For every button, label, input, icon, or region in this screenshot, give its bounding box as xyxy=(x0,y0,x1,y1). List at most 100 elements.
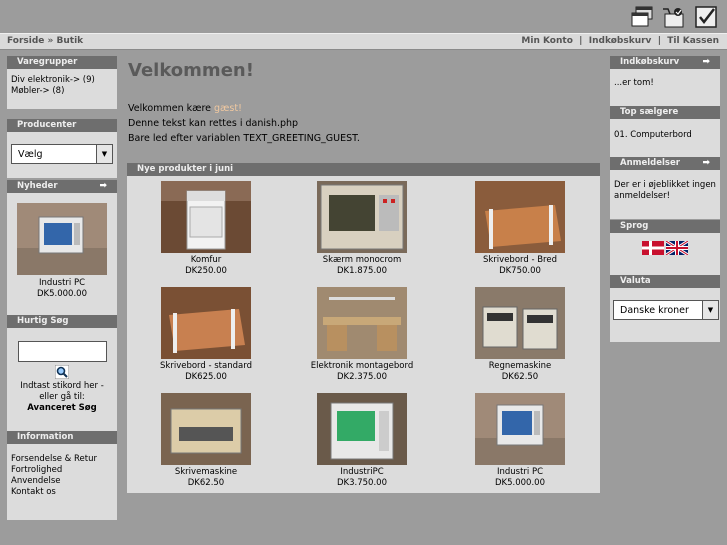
product-image[interactable] xyxy=(161,287,251,359)
link-separator: | xyxy=(657,36,661,46)
manufacturer-select[interactable]: Vælg ▼ xyxy=(11,144,113,164)
product-image[interactable] xyxy=(317,287,407,359)
product-image[interactable] xyxy=(475,393,565,465)
category-link-electronics[interactable]: Div elektronik-> (9) xyxy=(11,75,113,86)
product-card[interactable]: Regnemaskine DK62.50 xyxy=(460,287,580,382)
quicksearch-box: Hurtig Søg Indtast stikord her - eller g… xyxy=(7,315,117,439)
product-price: DK3.750.00 xyxy=(337,478,387,488)
breadcrumb-separator: » xyxy=(47,36,54,46)
bestseller-item[interactable]: 01. Computerbord xyxy=(614,130,716,141)
product-image[interactable] xyxy=(317,393,407,465)
languages-box: Sprog xyxy=(610,220,720,277)
product-card[interactable]: Skærm monocrom DK1.875.00 xyxy=(302,181,422,276)
product-card[interactable]: Komfur DK250.00 xyxy=(146,181,266,276)
greeting-prefix: Velkommen kære xyxy=(128,103,211,114)
product-name[interactable]: Skærm monocrom xyxy=(302,255,422,265)
product-card[interactable]: Elektronik montagebord DK2.375.00 xyxy=(302,287,422,382)
news-product-image[interactable] xyxy=(17,203,107,275)
account-links: Min Konto | Indkøbskurv | Til Kassen xyxy=(521,34,719,49)
product-image[interactable] xyxy=(317,181,407,253)
breadcrumb-home[interactable]: Forside xyxy=(7,36,44,46)
cart-empty-text: ...er tom! xyxy=(614,78,654,88)
news-product-price: DK5.000.00 xyxy=(37,289,87,299)
breadcrumb: Forside » Butik xyxy=(7,34,83,49)
product-price: DK250.00 xyxy=(185,266,227,276)
product-name[interactable]: Elektronik montagebord xyxy=(302,361,422,371)
conditions-link[interactable]: Anvendelse xyxy=(11,476,113,487)
reviews-box: Anmeldelser ➡ Der er i øjeblikket ingen a… xyxy=(610,157,720,219)
currency-select[interactable]: Danske kroner ▼ xyxy=(613,300,719,320)
product-card[interactable]: Skrivebord - standard DK625.00 xyxy=(146,287,266,382)
information-box: Information Forsendelse & Retur Fortroli… xyxy=(7,431,117,520)
arrow-right-icon[interactable]: ➡ xyxy=(702,157,710,170)
product-card[interactable]: Skrivemaskine DK62.50 xyxy=(146,393,266,488)
navigation-bar: Forside » Butik Min Konto | Indkøbskurv … xyxy=(0,33,727,50)
danish-flag-icon[interactable] xyxy=(641,241,664,259)
privacy-link[interactable]: Fortrolighed xyxy=(11,465,113,476)
breadcrumb-shop[interactable]: Butik xyxy=(57,36,84,46)
cart-link[interactable]: Indkøbskurv xyxy=(589,36,652,46)
my-account-link[interactable]: Min Konto xyxy=(521,36,572,46)
manufacturers-box: Producenter Vælg ▼ xyxy=(7,119,117,178)
product-image[interactable] xyxy=(475,181,565,253)
chevron-down-icon: ▼ xyxy=(96,145,112,163)
product-price: DK750.00 xyxy=(499,266,541,276)
product-card[interactable]: IndustriPC DK3.750.00 xyxy=(302,393,422,488)
checkout-link[interactable]: Til Kassen xyxy=(667,36,719,46)
product-image[interactable] xyxy=(161,393,251,465)
product-price: DK2.375.00 xyxy=(337,372,387,382)
currencies-title: Valuta xyxy=(610,275,720,288)
uk-flag-icon[interactable] xyxy=(665,239,690,259)
information-title: Information xyxy=(7,431,117,444)
product-name[interactable]: Regnemaskine xyxy=(460,361,580,371)
category-link-furniture[interactable]: Møbler-> (8) xyxy=(11,86,113,97)
product-name[interactable]: Industri PC xyxy=(460,467,580,477)
news-title-text: Nyheder xyxy=(17,181,58,191)
product-image[interactable] xyxy=(161,181,251,253)
categories-box: Varegrupper Div elektronik-> (9) Møbler-… xyxy=(7,56,117,109)
new-products-box: Nye produkter i juni Komfur DK250.00 Skæ… xyxy=(127,163,600,493)
product-card[interactable]: Skrivebord - Bred DK750.00 xyxy=(460,181,580,276)
product-price: DK5.000.00 xyxy=(495,478,545,488)
search-input[interactable] xyxy=(17,341,107,362)
contact-link[interactable]: Kontakt os xyxy=(11,487,113,498)
product-name[interactable]: Skrivemaskine xyxy=(146,467,266,477)
checkout-icon[interactable] xyxy=(693,4,719,30)
news-box: Nyheder ➡ Industri PC DK5.000.00 xyxy=(7,180,117,315)
new-products-grid: Komfur DK250.00 Skærm monocrom DK1.875.0… xyxy=(127,176,600,493)
arrow-right-icon[interactable]: ➡ xyxy=(99,180,107,193)
reviews-title-text: Anmeldelser xyxy=(620,158,680,168)
product-card[interactable]: Industri PC DK5.000.00 xyxy=(460,393,580,488)
reviews-title: Anmeldelser ➡ xyxy=(610,157,720,170)
currencies-box: Valuta Danske kroner ▼ xyxy=(610,275,720,342)
link-separator: | xyxy=(579,36,583,46)
product-name[interactable]: IndustriPC xyxy=(302,467,422,477)
search-icon[interactable] xyxy=(54,364,70,380)
product-name[interactable]: Skrivebord - Bred xyxy=(460,255,580,265)
header-icons xyxy=(629,4,719,30)
greeting-line-2: Denne tekst kan rettes i danish.php xyxy=(128,118,299,129)
guest-label[interactable]: gæst! xyxy=(214,103,242,114)
reviews-text: Der er i øjeblikket ingen anmeldelser! xyxy=(614,180,716,201)
greeting-line-3: Bare led efter variablen TEXT_GREETING_G… xyxy=(128,133,360,144)
product-name[interactable]: Skrivebord - standard xyxy=(146,361,266,371)
advanced-search-link[interactable]: Avanceret Søg xyxy=(11,403,113,414)
manufacturer-select-value: Vælg xyxy=(18,148,43,160)
languages-title: Sprog xyxy=(610,220,720,233)
page-title: Velkommen! xyxy=(128,60,254,81)
news-product-name[interactable]: Industri PC xyxy=(11,278,113,289)
manufacturers-title: Producenter xyxy=(7,119,117,132)
product-image[interactable] xyxy=(475,287,565,359)
cart-icon[interactable] xyxy=(661,4,687,30)
welcome-text: Velkommen kære gæst! Denne tekst kan ret… xyxy=(128,101,360,146)
shipping-link[interactable]: Forsendelse & Retur xyxy=(11,454,113,465)
product-price: DK625.00 xyxy=(185,372,227,382)
bestsellers-box: Top sælgere 01. Computerbord xyxy=(610,106,720,160)
product-name[interactable]: Komfur xyxy=(146,255,266,265)
windows-icon[interactable] xyxy=(629,4,655,30)
arrow-right-icon[interactable]: ➡ xyxy=(702,56,710,69)
news-title: Nyheder ➡ xyxy=(7,180,117,193)
new-products-title: Nye produkter i juni xyxy=(127,163,600,176)
chevron-down-icon: ▼ xyxy=(702,301,718,319)
product-price: DK62.50 xyxy=(187,478,225,488)
